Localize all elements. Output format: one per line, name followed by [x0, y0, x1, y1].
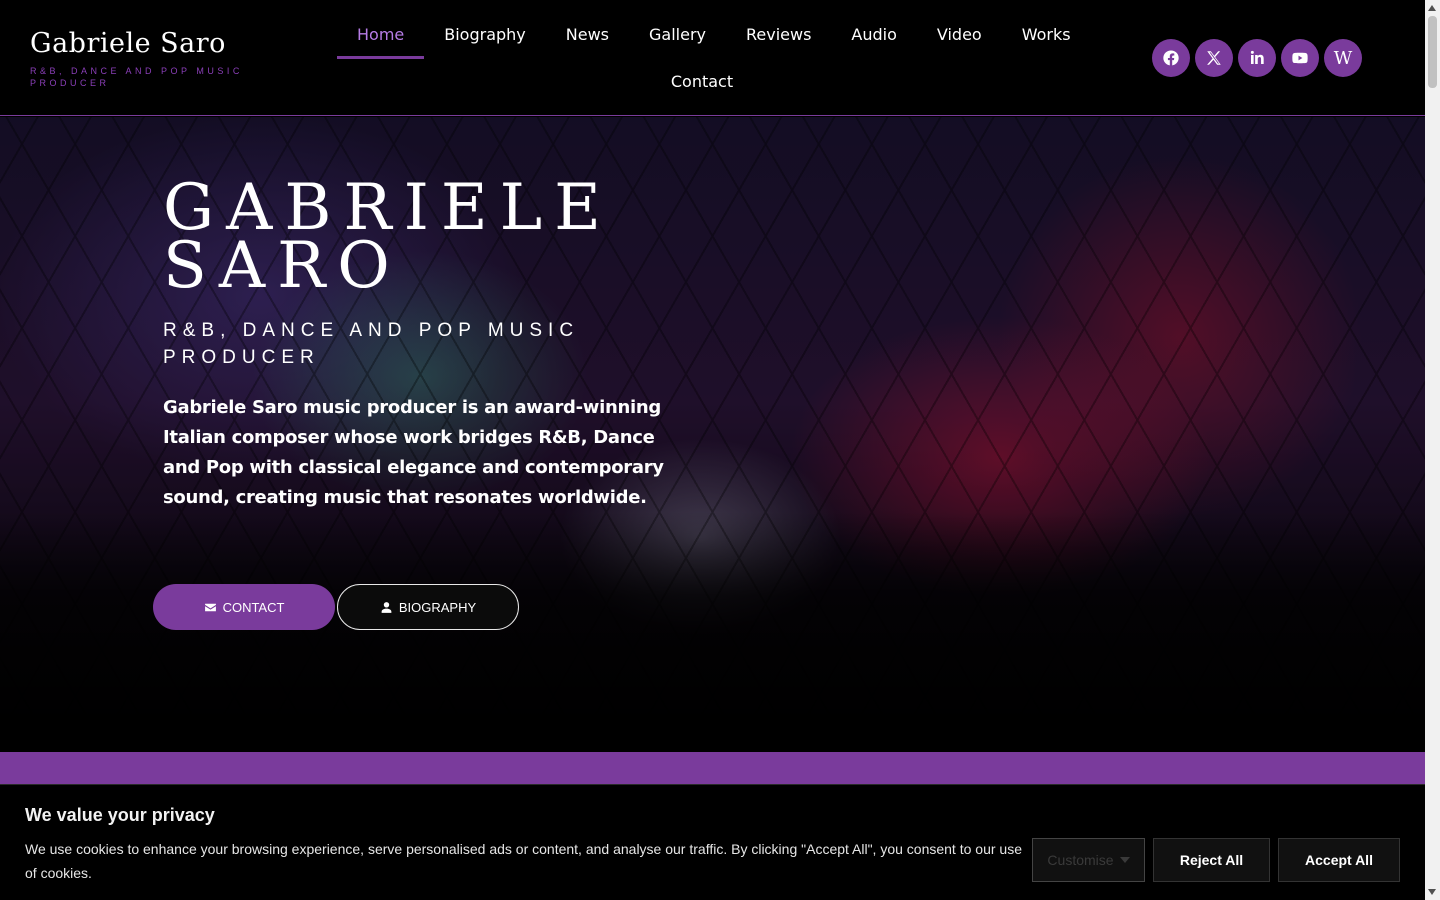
site-header: Gabriele Saro R&B, DANCE AND POP MUSIC P… — [0, 0, 1425, 116]
facebook-link[interactable] — [1152, 39, 1190, 77]
envelope-icon — [204, 603, 216, 611]
nav-item-audio[interactable]: Audio — [831, 10, 916, 58]
nav-item-biography[interactable]: Biography — [424, 10, 546, 58]
linkedin-link[interactable] — [1238, 39, 1276, 77]
brand-tagline: R&B, DANCE AND POP MUSIC PRODUCER — [30, 66, 243, 88]
hero-title: GABRIELE SARO — [163, 171, 613, 303]
main-nav: Home Biography News Gallery Reviews Audi… — [337, 10, 1071, 104]
accept-all-button[interactable]: Accept All — [1278, 838, 1400, 882]
wikipedia-icon: W — [1333, 47, 1353, 69]
nav-item-home[interactable]: Home — [337, 10, 425, 59]
x-icon — [1207, 51, 1221, 65]
scroll-up-arrow-icon[interactable] — [1428, 5, 1436, 11]
cookie-text: We use cookies to enhance your browsing … — [25, 841, 1022, 881]
linkedin-icon — [1250, 50, 1264, 64]
hero-content: GABRIELE SARO R&B, DANCE AND POP MUSIC P… — [163, 171, 683, 513]
nav-item-video[interactable]: Video — [917, 10, 1002, 58]
wikipedia-link[interactable]: W — [1324, 39, 1362, 77]
hero-section: GABRIELE SARO R&B, DANCE AND POP MUSIC P… — [0, 117, 1425, 752]
facebook-icon — [1163, 50, 1179, 66]
cookie-banner: We value your privacy We use cookies to … — [0, 784, 1425, 900]
biography-button[interactable]: BIOGRAPHY — [337, 584, 519, 630]
scrollbar-thumb[interactable] — [1428, 16, 1437, 88]
youtube-link[interactable] — [1281, 39, 1319, 77]
caret-down-icon — [1119, 857, 1130, 863]
youtube-icon — [1292, 52, 1308, 64]
nav-item-works[interactable]: Works — [1002, 10, 1091, 58]
social-links: W — [1152, 39, 1362, 77]
cookie-actions: Customise Reject All Accept All — [1032, 838, 1400, 882]
nav-item-contact[interactable]: Contact — [651, 57, 753, 105]
user-icon — [381, 601, 392, 613]
scroll-down-arrow-icon[interactable] — [1428, 889, 1436, 895]
brand[interactable]: Gabriele Saro R&B, DANCE AND POP MUSIC P… — [30, 28, 270, 89]
brand-name[interactable]: Gabriele Saro — [30, 28, 270, 59]
biography-button-label: BIOGRAPHY — [398, 599, 477, 615]
nav-item-news[interactable]: News — [546, 10, 629, 58]
nav-row-secondary: Contact — [337, 58, 1067, 104]
x-link[interactable] — [1195, 39, 1233, 77]
hero-buttons: CONTACT BIOGRAPHY — [153, 584, 519, 630]
cookie-title: We value your privacy — [25, 805, 215, 825]
hero-background-crowd — [0, 512, 1425, 752]
contact-button[interactable]: CONTACT — [153, 584, 335, 630]
nav-item-reviews[interactable]: Reviews — [726, 10, 831, 58]
nav-row-primary: Home Biography News Gallery Reviews Audi… — [337, 10, 1071, 59]
reject-all-button[interactable]: Reject All — [1153, 838, 1270, 882]
page-scrollbar[interactable] — [1425, 0, 1440, 900]
customise-button[interactable]: Customise — [1032, 838, 1145, 882]
hero-description: Gabriele Saro music producer is an award… — [163, 397, 664, 508]
customise-button-label: Customise — [1047, 852, 1114, 868]
contact-button-label: CONTACT — [222, 599, 285, 615]
nav-item-gallery[interactable]: Gallery — [629, 10, 726, 58]
hero-subtitle: R&B, DANCE AND POP MUSIC PRODUCER — [163, 320, 580, 368]
